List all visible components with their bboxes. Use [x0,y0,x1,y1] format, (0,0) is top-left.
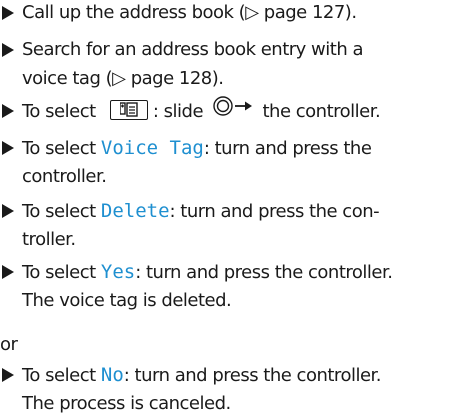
step-text-continued: troller. [22,229,76,250]
menu-item-no: No [100,364,124,386]
menu-item-voice-tag: Voice Tag [100,137,204,159]
step-text: : turn and press the con- [169,201,380,222]
step-text-continued: controller. [22,166,107,187]
menu-item-yes: Yes [100,261,136,283]
bullet-triangle-icon [2,37,16,63]
page-ref-icon: ▷ [245,2,259,23]
phonebook-key-icon [109,100,148,120]
bullet-triangle-icon [2,198,16,224]
step-text: Call up the address book ( [22,2,246,23]
step-text: voice tag ( [22,68,113,89]
menu-item-delete: Delete [100,200,170,222]
step-text: Search for an address book entry with a [22,39,363,60]
step-text: To select [22,138,101,159]
step-text: : turn and press the controller. [135,262,393,283]
controller-slide-right-icon [213,96,253,124]
result-text: The voice tag is deleted. [22,290,232,311]
step-text: To select [22,201,101,222]
step-text: To select [22,262,101,283]
step-text: the controller. [257,101,381,122]
page-ref-text: page 128). [125,68,224,89]
page-ref-icon: ▷ [112,68,126,89]
step-text: To select [22,101,101,122]
step-text: : turn and press the [203,138,372,159]
instruction-page: Call up the address book (▷ page 127). S… [0,0,469,420]
step-text: To select [22,365,101,386]
bullet-triangle-icon [2,259,16,285]
bullet-triangle-icon [2,0,16,26]
bullet-triangle-icon [2,98,16,124]
result-text: The process is canceled. [22,393,231,414]
bullet-triangle-icon [2,135,16,161]
bullet-triangle-icon [2,362,16,388]
page-ref-text: page 127). [258,2,357,23]
step-text: : turn and press the controller. [123,365,382,386]
or-separator: or [0,334,18,355]
step-text: : slide [152,101,209,122]
